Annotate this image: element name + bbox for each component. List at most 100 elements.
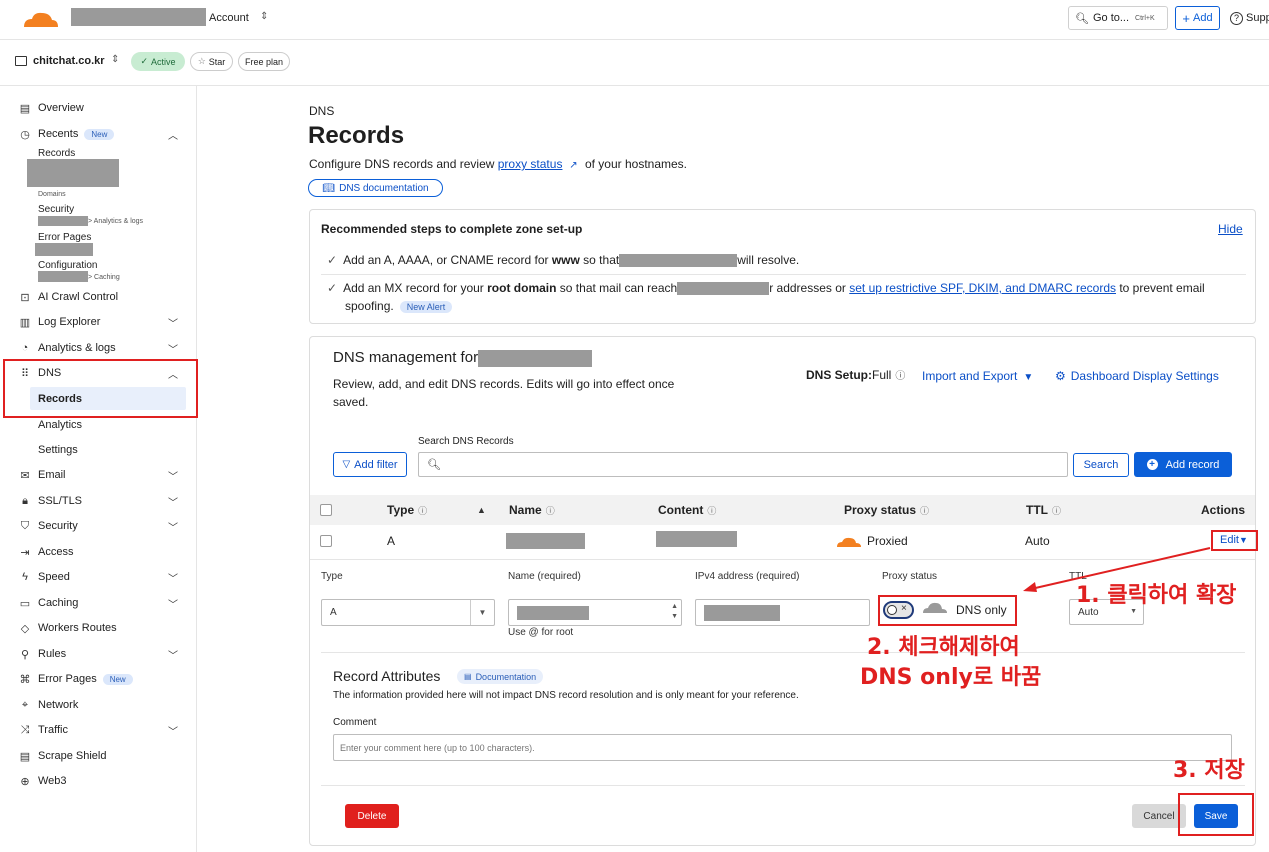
import-export-dropdown[interactable]: Import and Export ▼ bbox=[922, 369, 1033, 383]
header-ttl[interactable]: TTL ⓘ bbox=[1026, 503, 1061, 517]
divider bbox=[321, 652, 1245, 653]
account-switch-icon[interactable]: ⇕ bbox=[260, 11, 268, 22]
sidebar-item-overview[interactable]: ▤ Overview bbox=[18, 97, 186, 119]
header-content[interactable]: Content ⓘ bbox=[658, 503, 716, 517]
annotation-box-edit bbox=[1211, 530, 1258, 551]
redacted-domain bbox=[619, 254, 738, 268]
step-1: ✓ Add an A, AAAA, or CNAME record for www… bbox=[327, 253, 800, 268]
row-name-redacted bbox=[506, 533, 585, 549]
search-input[interactable]: 🔍︎ bbox=[418, 452, 1068, 477]
sidebar-item-traffic[interactable]: ⤨ Traffic ﹀ bbox=[18, 719, 186, 741]
recent-security[interactable]: Security bbox=[38, 204, 74, 215]
row-checkbox[interactable] bbox=[320, 535, 332, 547]
location-icon: ⌖ bbox=[21, 698, 29, 711]
search-icon: 🔍︎ bbox=[1075, 12, 1089, 25]
sidebar-item-workers[interactable]: ◇ Workers Routes bbox=[18, 617, 186, 639]
type-select[interactable]: A ▼ bbox=[321, 599, 495, 626]
info-icon: ⓘ bbox=[418, 506, 428, 516]
sidebar-item-network[interactable]: ⌖ Network bbox=[18, 694, 186, 716]
browser-window-icon bbox=[15, 56, 27, 66]
log-icon: ▥ bbox=[19, 316, 31, 329]
page-title: Records bbox=[308, 122, 405, 149]
annotation-step2-line1: 2. 체크해제하여 bbox=[867, 635, 1020, 660]
sidebar-item-caching[interactable]: ▭ Caching ﹀ bbox=[18, 592, 186, 614]
header-name[interactable]: Name ⓘ bbox=[509, 503, 555, 517]
select-all-checkbox[interactable] bbox=[320, 504, 332, 516]
annotation-box-dns bbox=[3, 359, 198, 418]
annotation-step1: 1. 클릭하여 확장 bbox=[1076, 583, 1237, 608]
name-label: Name (required) bbox=[508, 571, 581, 582]
proxy-status-link[interactable]: proxy status bbox=[498, 157, 563, 171]
star-button[interactable]: ☆ Star bbox=[190, 52, 233, 71]
sidebar-item-error-pages[interactable]: ⌘ Error Pages New bbox=[18, 668, 186, 690]
sidebar-item-ssl[interactable]: 🔒︎ SSL/TLS ﹀ bbox=[18, 490, 186, 512]
annotation-step3: 3. 저장 bbox=[1173, 758, 1245, 783]
sidebar-item-analytics-logs[interactable]: ◔ Analytics & logs ﹀ bbox=[18, 337, 186, 359]
add-filter-button[interactable]: ▽ Add filter bbox=[333, 452, 407, 477]
chevron-down-icon: ﹀ bbox=[168, 727, 178, 738]
zone-switch-icon[interactable]: ⇕ bbox=[111, 54, 119, 65]
sidebar-item-web3[interactable]: ⊕ Web3 bbox=[18, 770, 186, 792]
search-button[interactable]: Search bbox=[1073, 453, 1129, 477]
recent-security-sub: > Analytics & logs bbox=[88, 218, 144, 225]
hide-link[interactable]: Hide bbox=[1218, 222, 1243, 236]
chevron-down-icon: ﹀ bbox=[168, 345, 178, 356]
sidebar-item-scrape[interactable]: ▤ Scrape Shield bbox=[18, 745, 186, 767]
chevron-down-icon: ﹀ bbox=[168, 600, 178, 611]
delete-button[interactable]: Delete bbox=[345, 804, 399, 828]
search-label: Search DNS Records bbox=[418, 436, 514, 447]
spf-dkim-dmarc-link[interactable]: set up restrictive SPF, DKIM, and DMARC … bbox=[849, 281, 1116, 295]
orange-cloud-icon bbox=[837, 537, 861, 547]
name-hint: Use @ for root bbox=[508, 627, 574, 638]
name-input[interactable]: ▲ ▼ bbox=[508, 599, 682, 626]
add-button[interactable]: + Add bbox=[1175, 6, 1220, 30]
sidebar-item-log-explorer[interactable]: ▥ Log Explorer ﹀ bbox=[18, 311, 186, 333]
account-label[interactable]: Account bbox=[209, 12, 249, 24]
header-type[interactable]: Type ⓘ bbox=[387, 503, 427, 517]
comment-input[interactable] bbox=[333, 734, 1232, 761]
ipv4-input[interactable] bbox=[695, 599, 870, 626]
recent-records[interactable]: Records bbox=[38, 148, 75, 159]
goto-button[interactable]: 🔍︎ Go to... Ctrl+K bbox=[1068, 6, 1168, 30]
annotation-step2-line2: DNS only로 바꿈 bbox=[860, 665, 1042, 690]
sidebar-item-access[interactable]: ⇥ Access bbox=[18, 541, 186, 563]
record-attributes-description: The information provided here will not i… bbox=[333, 690, 799, 701]
sidebar-item-dns-analytics[interactable]: Analytics bbox=[38, 419, 82, 431]
sort-up-icon[interactable]: ▲ bbox=[477, 505, 486, 515]
sidebar-item-security[interactable]: ⛉ Security ﹀ bbox=[18, 515, 186, 537]
sidebar-item-dns-settings[interactable]: Settings bbox=[38, 444, 78, 456]
lock-icon: 🔒︎ bbox=[22, 494, 28, 507]
plus-circle-icon: + bbox=[1146, 459, 1158, 470]
header-proxy[interactable]: Proxy status ⓘ bbox=[844, 503, 929, 517]
plus-icon: + bbox=[1182, 10, 1190, 26]
info-icon: ⓘ bbox=[545, 506, 555, 516]
chevron-down-icon: ﹀ bbox=[168, 523, 178, 534]
history-icon: ◷ bbox=[20, 128, 30, 141]
redacted-domain bbox=[677, 282, 770, 296]
add-record-button[interactable]: + Add record bbox=[1134, 452, 1232, 477]
chart-icon: ◔ bbox=[21, 342, 29, 354]
check-icon: ✓ bbox=[327, 281, 338, 295]
proxy-status-label: Proxy status bbox=[882, 571, 938, 582]
row-type: A bbox=[387, 534, 396, 548]
recent-domain-redacted bbox=[27, 159, 119, 187]
access-icon: ⇥ bbox=[20, 546, 30, 559]
plan-badge[interactable]: Free plan bbox=[238, 52, 290, 71]
rules-icon: ⚲ bbox=[20, 648, 30, 661]
sidebar-item-speed[interactable]: ϟ Speed ﹀ bbox=[18, 566, 186, 588]
sidebar-item-rules[interactable]: ⚲ Rules ﹀ bbox=[18, 643, 186, 665]
documentation-badge[interactable]: ▤ Documentation bbox=[457, 669, 544, 684]
divider bbox=[321, 785, 1245, 786]
support-link[interactable]: ? Supp bbox=[1230, 12, 1269, 25]
zone-bar: chitchat.co.kr ⇕ ✓ Active ☆ Star Free plan bbox=[0, 40, 1269, 86]
cloudflare-logo[interactable] bbox=[20, 9, 62, 29]
type-label: Type bbox=[321, 571, 343, 582]
sidebar-item-email[interactable]: ✉ Email ﹀ bbox=[18, 464, 186, 486]
sidebar-item-recents[interactable]: ◷ Recents New ︿ bbox=[18, 123, 186, 145]
dns-documentation-button[interactable]: 📖︎ DNS documentation bbox=[308, 179, 443, 197]
sidebar-item-ai-crawl[interactable]: ⊡ AI Crawl Control bbox=[18, 286, 186, 308]
recent-error-pages[interactable]: Error Pages bbox=[38, 232, 91, 243]
zone-name[interactable]: chitchat.co.kr bbox=[33, 55, 105, 67]
display-settings-link[interactable]: ⚙ Dashboard Display Settings bbox=[1055, 369, 1219, 383]
recent-configuration[interactable]: Configuration bbox=[38, 260, 97, 271]
